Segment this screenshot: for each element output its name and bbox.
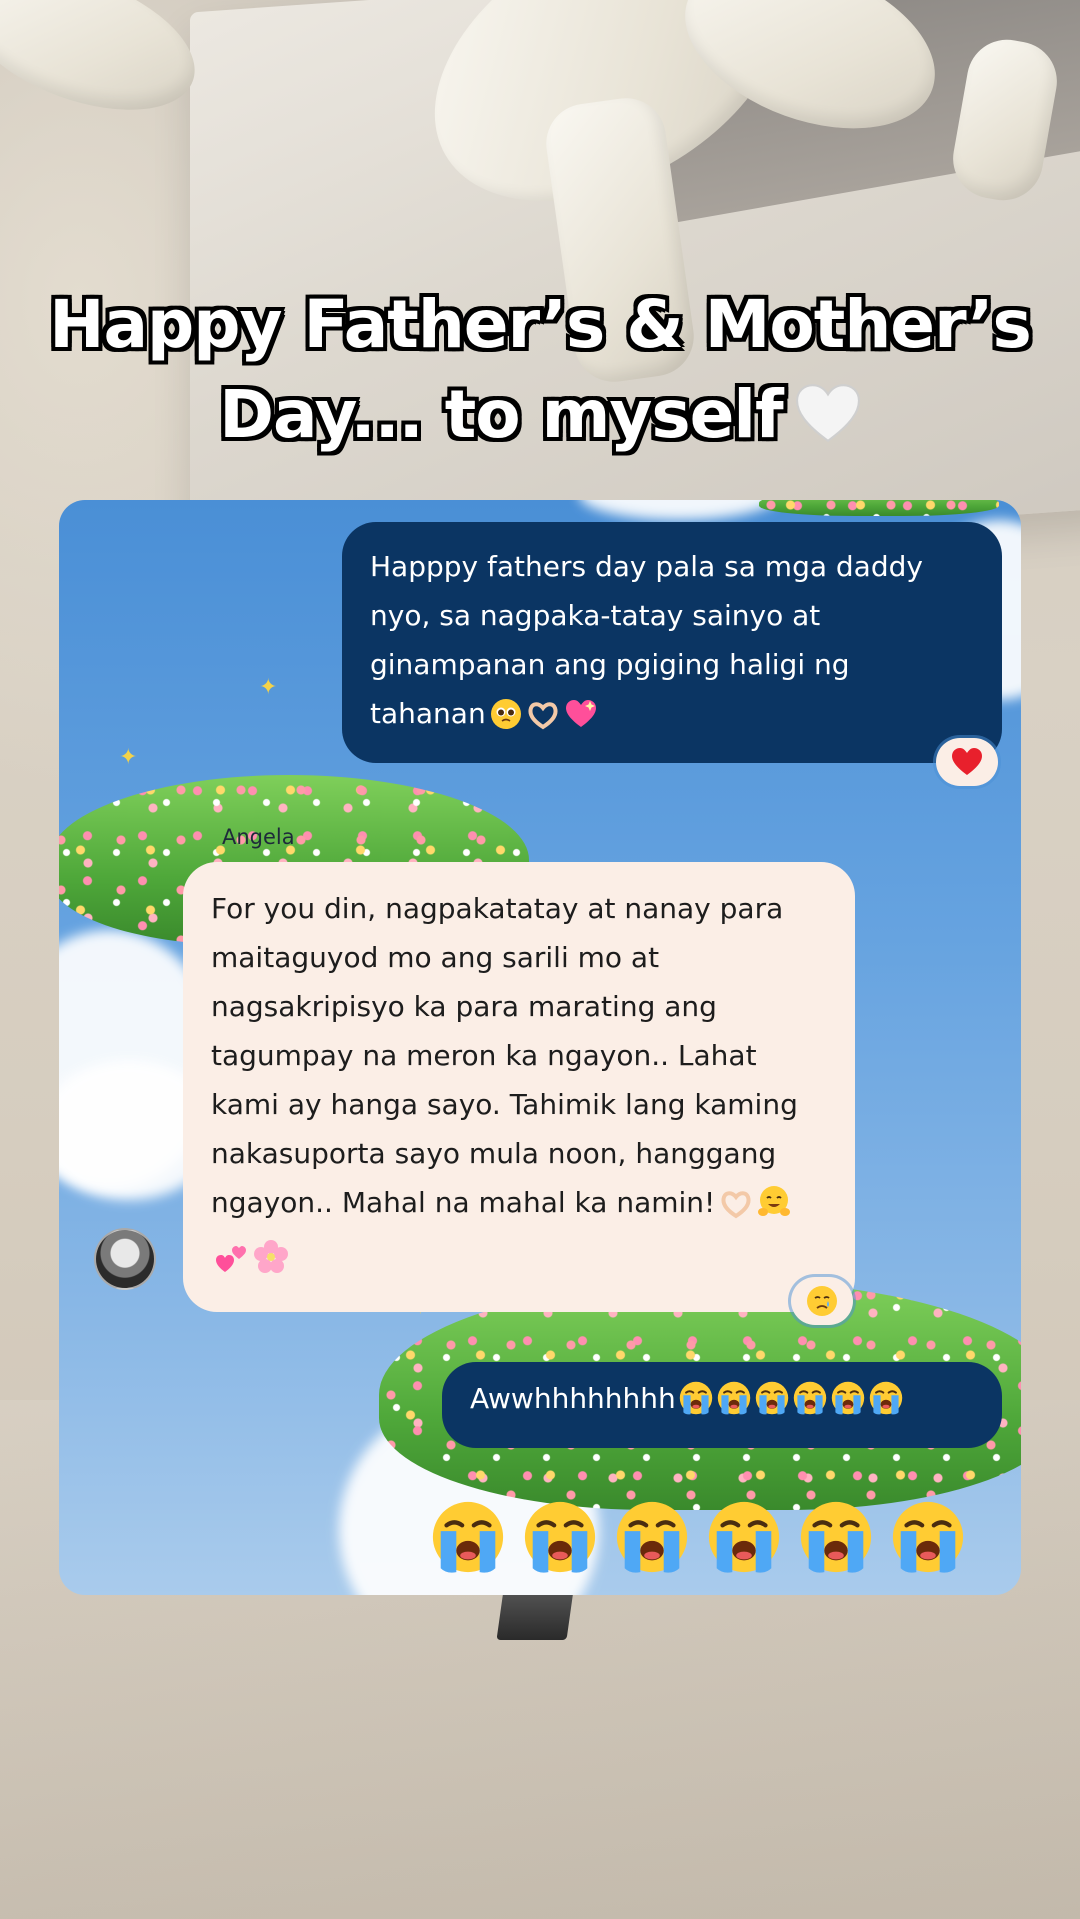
- cherry-blossom-icon: [253, 1239, 289, 1290]
- loudly-crying-face-icon: [797, 1498, 875, 1576]
- message-bubble-incoming[interactable]: For you din, nagpakatatay at nanay para …: [183, 862, 855, 1312]
- loudly-crying-face-icon: [792, 1380, 828, 1416]
- loudly-crying-face-icon: [678, 1380, 714, 1416]
- message-bubble-outgoing[interactable]: Awwhhhhhhhh: [442, 1362, 1002, 1448]
- heart-hands-icon: [526, 696, 560, 745]
- caption-line-2: Day... to myself: [0, 370, 1080, 460]
- butterfly-icon: ✦: [119, 745, 138, 770]
- loudly-crying-face-icon: [868, 1380, 904, 1416]
- flower-island: [759, 500, 999, 516]
- loudly-crying-face-icon: [613, 1498, 691, 1576]
- caption-title: Happy Father’s & Mother’s Day... to myse…: [0, 280, 1080, 460]
- cloud: [579, 500, 779, 520]
- white-heart-icon: [795, 384, 860, 443]
- message-text: Awwhhhhhhhh: [470, 1382, 676, 1415]
- red-heart-icon: [952, 748, 982, 775]
- sender-avatar[interactable]: [94, 1228, 156, 1290]
- loudly-crying-face-icon: [754, 1380, 790, 1416]
- message-text: For you din, nagpakatatay at nanay para …: [211, 892, 798, 1219]
- overlay-emoji-row: [429, 1498, 967, 1576]
- two-hearts-icon: [215, 1241, 249, 1290]
- message-reaction[interactable]: [936, 738, 998, 786]
- caption-line-2-text: Day... to myself: [219, 376, 783, 453]
- loudly-crying-face-icon: [705, 1498, 783, 1576]
- loudly-crying-face-icon: [429, 1498, 507, 1576]
- chat-screenshot: ✦ ✦ ✦ Happpy fathers day pala sa mga dad…: [59, 500, 1021, 1595]
- heart-hands-icon: [719, 1185, 753, 1234]
- hugging-face-icon: [757, 1185, 791, 1234]
- sender-name: Angela: [222, 825, 295, 849]
- message-text: Happpy fathers day pala sa mga daddy nyo…: [370, 550, 923, 730]
- loudly-crying-face-icon: [889, 1498, 967, 1576]
- caption-line-1: Happy Father’s & Mother’s: [49, 286, 1032, 363]
- bag-stand: [496, 1590, 574, 1640]
- loudly-crying-face-icon: [830, 1380, 866, 1416]
- message-reaction[interactable]: [791, 1277, 853, 1325]
- crying-face-icon: [807, 1286, 837, 1316]
- message-bubble-outgoing[interactable]: Happpy fathers day pala sa mga daddy nyo…: [342, 522, 1002, 763]
- pleading-face-icon: [490, 696, 522, 745]
- loudly-crying-face-icon: [716, 1380, 752, 1416]
- trailing-emoji-group: [676, 1380, 904, 1416]
- butterfly-icon: ✦: [259, 675, 278, 700]
- loudly-crying-face-icon: [521, 1498, 599, 1576]
- sparkling-heart-icon: [564, 696, 598, 745]
